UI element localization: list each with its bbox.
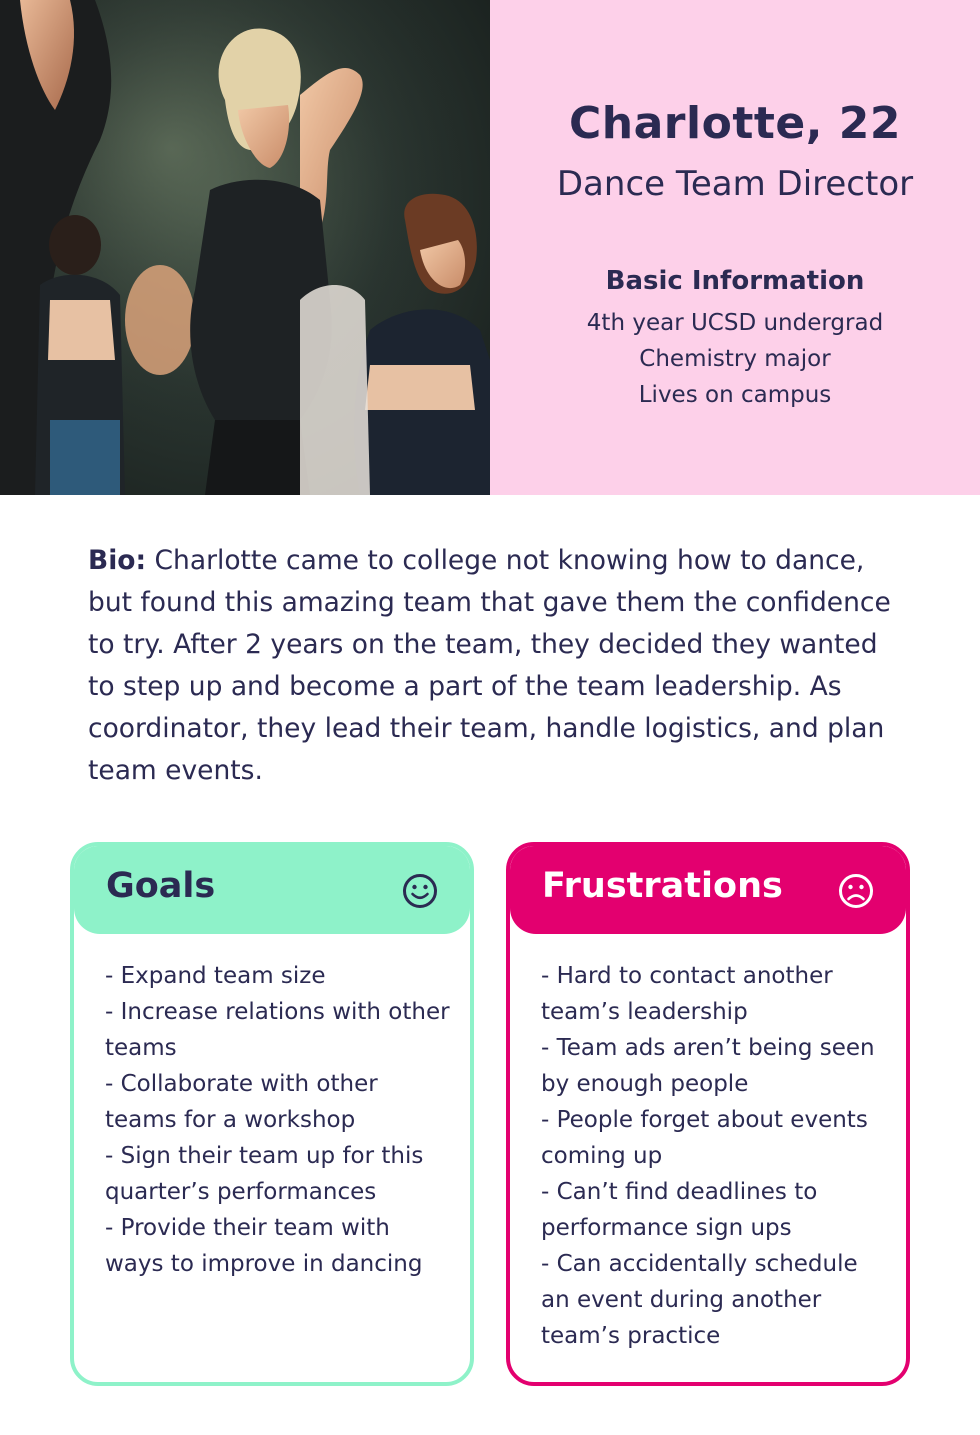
basic-info-item: 4th year UCSD undergrad: [586, 310, 884, 336]
goals-list: - Expand team size - Increase relations …: [105, 958, 455, 1282]
frustrations-header: Frustrations: [510, 846, 906, 934]
goals-card: Goals - Expand team size - Increase rela…: [70, 842, 474, 1386]
smile-icon: [403, 874, 437, 908]
frustrations-list: - Hard to contact another team’s leaders…: [541, 958, 891, 1354]
frustration-item: - Can’t find deadlines to performance si…: [541, 1179, 818, 1241]
frustration-item: - People forget about events coming up: [541, 1107, 868, 1169]
persona-name: Charlotte, 22: [569, 98, 901, 149]
frown-icon: [839, 874, 873, 908]
frustration-item: - Can accidentally schedule an event dur…: [541, 1251, 858, 1349]
frustration-item: - Team ads aren’t being seen by enough p…: [541, 1035, 875, 1097]
basic-info-list: 4th year UCSD undergrad Chemistry major …: [490, 305, 980, 413]
frustrations-title: Frustrations: [542, 866, 783, 906]
frustrations-card: Frustrations - Hard to contact another t…: [506, 842, 910, 1386]
persona-info-panel: Charlotte, 22 Dance Team Director Basic …: [490, 0, 980, 495]
basic-info-item: Lives on campus: [638, 382, 832, 408]
bio-text: Charlotte came to college not knowing ho…: [88, 545, 891, 786]
basic-info-heading: Basic Information: [605, 266, 865, 296]
dance-photo-illustration: [0, 0, 490, 495]
basic-info-item: Chemistry major: [639, 346, 831, 372]
persona-photo: [0, 0, 490, 495]
goal-item: - Provide their team with ways to improv…: [105, 1215, 423, 1277]
goal-item: - Collaborate with other teams for a wor…: [105, 1071, 378, 1133]
frustration-item: - Hard to contact another team’s leaders…: [541, 963, 833, 1025]
bio-paragraph: Bio: Charlotte came to college not knowi…: [88, 540, 898, 792]
goals-title: Goals: [106, 866, 216, 906]
persona-role: Dance Team Director: [556, 164, 914, 204]
bio-label: Bio:: [88, 545, 147, 576]
goal-item: - Expand team size: [105, 963, 326, 989]
goals-header: Goals: [74, 846, 470, 934]
goal-item: - Sign their team up for this quarter’s …: [105, 1143, 424, 1205]
goal-item: - Increase relations with other teams: [105, 999, 450, 1061]
